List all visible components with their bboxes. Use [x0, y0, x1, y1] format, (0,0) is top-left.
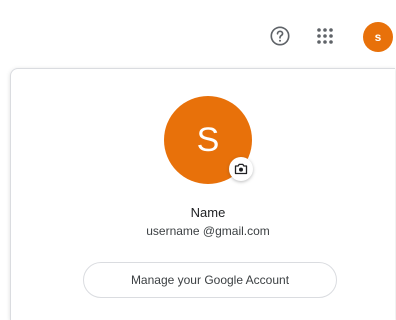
help-circle-icon: [270, 26, 290, 46]
account-name: Name: [190, 205, 226, 220]
manage-account-button[interactable]: Manage your Google Account: [83, 262, 337, 298]
apps-button[interactable]: [314, 25, 336, 47]
help-button[interactable]: [268, 24, 292, 48]
account-card: S Name username @gmail.com Manage your G…: [10, 68, 395, 320]
account-avatar-button[interactable]: s: [363, 22, 393, 52]
change-photo-button[interactable]: [229, 157, 253, 181]
account-email: username @gmail.com: [146, 224, 270, 238]
top-bar: s: [0, 0, 396, 66]
camera-icon: [234, 163, 248, 175]
apps-grid-icon: [317, 28, 333, 44]
